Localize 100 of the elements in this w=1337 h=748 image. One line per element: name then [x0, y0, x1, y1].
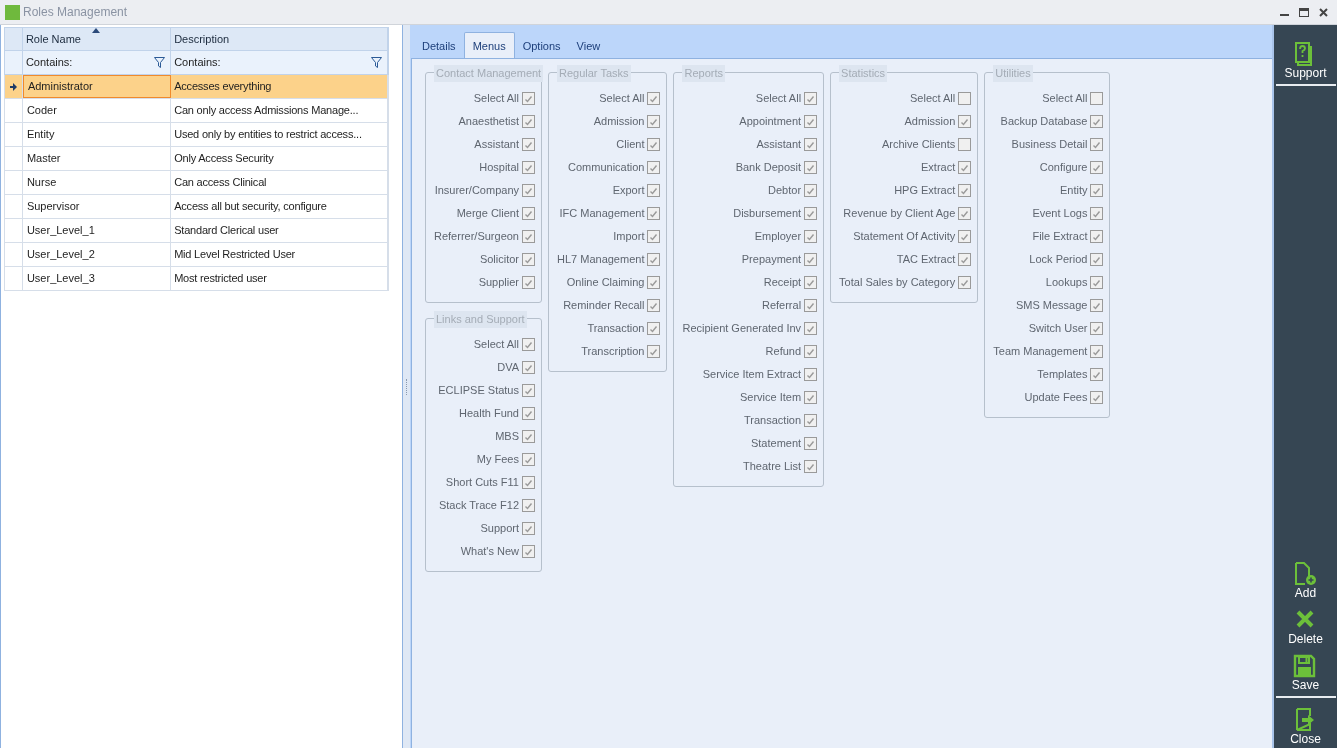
checkbox-row[interactable]: My Fees [432, 448, 535, 471]
checkbox[interactable] [522, 499, 535, 512]
checkbox-row[interactable]: Transaction [680, 409, 818, 432]
checkbox-row[interactable]: Statement [680, 432, 818, 455]
checkbox-row[interactable]: Reminder Recall [555, 294, 661, 317]
checkbox[interactable] [804, 92, 818, 105]
checkbox[interactable] [647, 345, 661, 358]
checkbox-row[interactable]: What's New [432, 540, 535, 563]
checkbox-row[interactable]: Insurer/Company [432, 179, 535, 202]
checkbox[interactable] [804, 391, 818, 404]
checkbox[interactable] [1090, 115, 1104, 128]
table-row[interactable]: User_Level_2 Mid Level Restricted User [4, 243, 389, 267]
checkbox-row[interactable]: Entity [991, 179, 1104, 202]
checkbox-row[interactable]: Select All [432, 333, 535, 356]
checkbox[interactable] [522, 384, 535, 397]
checkbox-row[interactable]: Total Sales by Category [837, 271, 972, 294]
close-icon[interactable] [1319, 7, 1328, 17]
checkbox-row[interactable]: Client [555, 133, 661, 156]
checkbox-row[interactable]: Revenue by Client Age [837, 202, 972, 225]
checkbox[interactable] [647, 299, 661, 312]
checkbox-row[interactable]: Employer [680, 225, 818, 248]
checkbox-row[interactable]: Select All [991, 87, 1104, 110]
checkbox-row[interactable]: DVA [432, 356, 535, 379]
table-row[interactable]: User_Level_3 Most restricted user [4, 267, 389, 291]
checkbox[interactable] [958, 184, 972, 197]
checkbox-row[interactable]: Communication [555, 156, 661, 179]
save-button[interactable]: Save [1291, 653, 1320, 693]
checkbox[interactable] [804, 299, 818, 312]
checkbox-row[interactable]: HL7 Management [555, 248, 661, 271]
checkbox-row[interactable]: Bank Deposit [680, 156, 818, 179]
checkbox[interactable] [804, 414, 818, 427]
checkbox[interactable] [804, 368, 818, 381]
checkbox[interactable] [647, 207, 661, 220]
checkbox[interactable] [522, 361, 535, 374]
checkbox-row[interactable]: Refund [680, 340, 818, 363]
checkbox-row[interactable]: Hospital [432, 156, 535, 179]
checkbox-row[interactable]: Recipient Generated Inv [680, 317, 818, 340]
checkbox-row[interactable]: Select All [680, 87, 818, 110]
checkbox[interactable] [1090, 161, 1104, 174]
checkbox-row[interactable]: Export [555, 179, 661, 202]
checkbox[interactable] [647, 322, 661, 335]
table-row[interactable]: Coder Can only access Admissions Manage... [4, 99, 389, 123]
checkbox[interactable] [647, 253, 661, 266]
checkbox[interactable] [804, 460, 818, 473]
checkbox[interactable] [1090, 92, 1104, 105]
checkbox[interactable] [1090, 138, 1104, 151]
checkbox[interactable] [522, 230, 535, 243]
checkbox[interactable] [958, 276, 972, 289]
filter-field[interactable]: Contains: [22, 51, 172, 74]
checkbox-row[interactable]: HPG Extract [837, 179, 972, 202]
checkbox[interactable] [804, 184, 818, 197]
checkbox[interactable] [804, 322, 818, 335]
checkbox-row[interactable]: Backup Database [991, 110, 1104, 133]
checkbox-row[interactable]: Appointment [680, 110, 818, 133]
checkbox[interactable] [522, 184, 535, 197]
column-header[interactable]: Role Name [22, 28, 172, 50]
checkbox[interactable] [522, 545, 535, 558]
checkbox-row[interactable]: Event Logs [991, 202, 1104, 225]
checkbox[interactable] [647, 230, 661, 243]
checkbox-row[interactable]: Update Fees [991, 386, 1104, 409]
checkbox[interactable] [522, 92, 535, 105]
filter-icon[interactable] [371, 57, 382, 68]
table-row[interactable]: User_Level_1 Standard Clerical user [4, 219, 389, 243]
checkbox-row[interactable]: Assistant [680, 133, 818, 156]
checkbox-row[interactable]: Statement Of Activity [837, 225, 972, 248]
checkbox[interactable] [522, 207, 535, 220]
checkbox-row[interactable]: Templates [991, 363, 1104, 386]
table-row[interactable]: Supervisor Access all but security, configure [4, 195, 389, 219]
checkbox-row[interactable]: Transaction [555, 317, 661, 340]
checkbox[interactable] [958, 138, 972, 151]
filter-icon[interactable] [154, 57, 166, 68]
checkbox[interactable] [522, 138, 535, 151]
support-button[interactable]: Support [1284, 41, 1327, 81]
checkbox[interactable] [522, 161, 535, 174]
checkbox-row[interactable]: Disbursement [680, 202, 818, 225]
checkbox[interactable] [1090, 299, 1104, 312]
tab[interactable]: View [568, 34, 609, 58]
checkbox[interactable] [522, 253, 535, 266]
checkbox-row[interactable]: Short Cuts F11 [432, 471, 535, 494]
checkbox[interactable] [958, 115, 972, 128]
checkbox-row[interactable]: Archive Clients [837, 133, 972, 156]
checkbox-row[interactable]: Import [555, 225, 661, 248]
checkbox-row[interactable]: Anaesthetist [432, 110, 535, 133]
maximize-icon[interactable] [1299, 7, 1309, 17]
checkbox-row[interactable]: File Extract [991, 225, 1104, 248]
checkbox[interactable] [1090, 184, 1104, 197]
checkbox-row[interactable]: SMS Message [991, 294, 1104, 317]
checkbox-row[interactable]: MBS [432, 425, 535, 448]
checkbox[interactable] [804, 230, 818, 243]
table-row[interactable]: Master Only Access Security [4, 147, 389, 171]
checkbox[interactable] [804, 253, 818, 266]
checkbox[interactable] [804, 437, 818, 450]
checkbox-row[interactable]: TAC Extract [837, 248, 972, 271]
checkbox[interactable] [647, 161, 661, 174]
checkbox-row[interactable]: Transcription [555, 340, 661, 363]
checkbox[interactable] [522, 522, 535, 535]
checkbox-row[interactable]: Solicitor [432, 248, 535, 271]
checkbox-row[interactable]: Extract [837, 156, 972, 179]
checkbox[interactable] [958, 161, 972, 174]
checkbox-row[interactable]: Theatre List [680, 455, 818, 478]
